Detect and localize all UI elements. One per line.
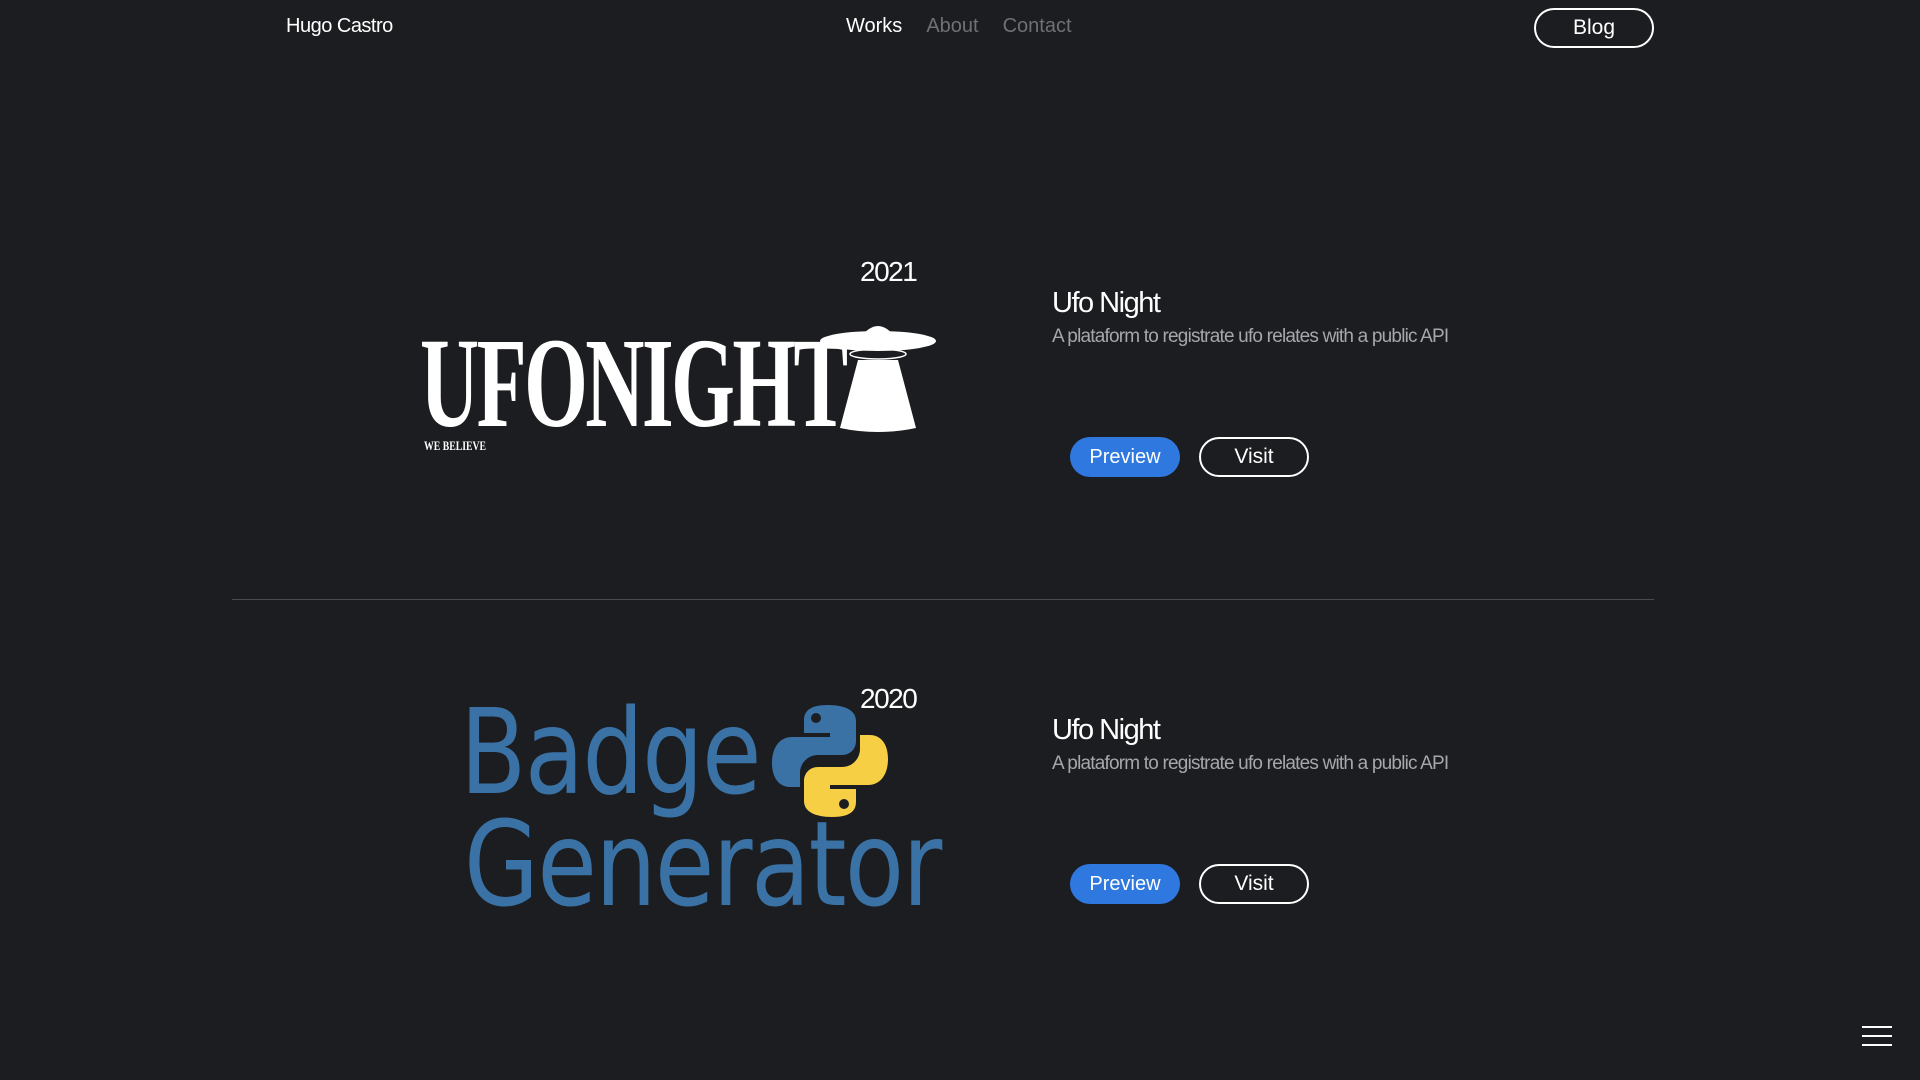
section-divider bbox=[232, 599, 1654, 600]
project-year: 2020 bbox=[860, 683, 918, 714]
hamburger-menu-icon[interactable] bbox=[1862, 1026, 1894, 1050]
project-description: A plataform to registrate ufo relates wi… bbox=[1052, 326, 1449, 347]
project-card: UFONIGHT WE BELIEVE 2021 Ufo Night A pla… bbox=[0, 200, 1920, 620]
project-title: Ufo Night bbox=[1052, 714, 1161, 746]
project-year: 2021 bbox=[860, 256, 918, 287]
logo-line-2: Generator bbox=[464, 795, 942, 933]
site-header: Hugo Castro Works About Contact Blog bbox=[0, 0, 1920, 56]
logo-tagline: WE BELIEVE bbox=[424, 438, 487, 453]
preview-button[interactable]: Preview bbox=[1070, 864, 1180, 904]
blog-button[interactable]: Blog bbox=[1534, 8, 1654, 48]
project-description: A plataform to registrate ufo relates wi… bbox=[1052, 753, 1449, 774]
python-icon bbox=[772, 705, 888, 817]
project-card: Badge Generator 2020 Ufo Night A platafo… bbox=[0, 627, 1920, 1047]
preview-button[interactable]: Preview bbox=[1070, 437, 1180, 477]
ufo-icon bbox=[820, 326, 936, 432]
page: Hugo Castro Works About Contact Blog UFO… bbox=[0, 0, 1920, 1080]
nav-works[interactable]: Works bbox=[846, 15, 902, 38]
project-title: Ufo Night bbox=[1052, 287, 1161, 319]
logo-line-1: Badge bbox=[460, 683, 761, 821]
main-nav: Works About Contact bbox=[846, 15, 1072, 38]
menu-bar bbox=[1862, 1044, 1892, 1046]
menu-bar bbox=[1862, 1035, 1892, 1037]
brand-name[interactable]: Hugo Castro bbox=[286, 15, 393, 38]
logo-wordmark: UFONIGHT bbox=[420, 312, 848, 454]
menu-bar bbox=[1862, 1026, 1892, 1028]
nav-about[interactable]: About bbox=[926, 15, 978, 38]
visit-button[interactable]: Visit bbox=[1199, 864, 1309, 904]
nav-contact[interactable]: Contact bbox=[1003, 15, 1072, 38]
visit-button[interactable]: Visit bbox=[1199, 437, 1309, 477]
